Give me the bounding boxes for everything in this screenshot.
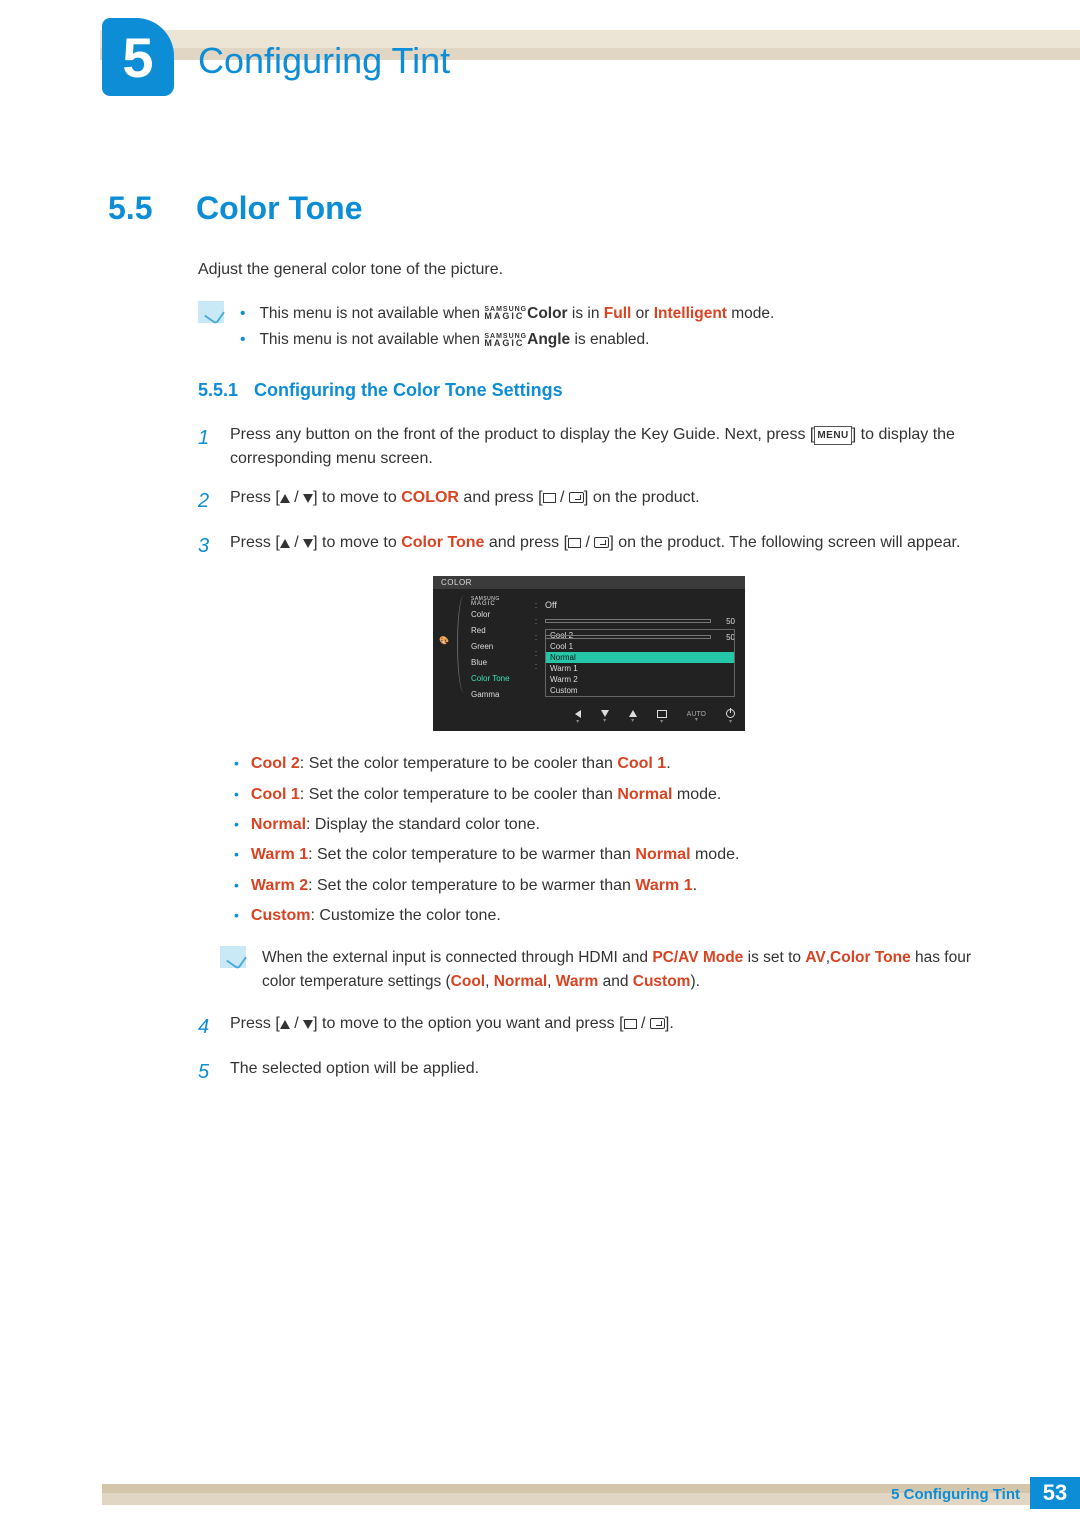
source-icon: [624, 1019, 637, 1029]
down-arrow-icon: [303, 494, 313, 503]
down-arrow-icon: [303, 539, 313, 548]
enter-footer-icon: [657, 710, 667, 718]
desc-normal: Normal: Display the standard color tone.: [234, 810, 980, 840]
step-2: 2 Press [ / ] to move to COLOR and press…: [198, 486, 980, 517]
subsection-heading: 5.5.1 Configuring the Color Tone Setting…: [198, 380, 980, 401]
header-banner: 5 Configuring Tint: [0, 0, 1080, 100]
osd-footer: ▾ ▾ ▾ ▾ AUTO▾ ▾: [433, 705, 745, 725]
desc-custom: Custom: Customize the color tone.: [234, 901, 980, 931]
osd-title: COLOR: [433, 576, 745, 589]
enter-icon: [594, 537, 609, 548]
back-icon: [575, 710, 581, 718]
note-icon: [220, 946, 246, 968]
chapter-number-tab: 5: [102, 18, 174, 96]
note-line-1: This menu is not available when SAMSUNGM…: [240, 301, 774, 327]
page-footer: 5 Configuring Tint 53: [0, 1471, 1080, 1527]
source-icon: [568, 538, 581, 548]
osd-item-red: Red: [471, 623, 533, 639]
section-number: 5.5: [108, 190, 196, 227]
desc-cool2: Cool 2: Set the color temperature to be …: [234, 749, 980, 779]
osd-option-selected: Normal: [546, 652, 734, 663]
description-list: Cool 2: Set the color temperature to be …: [234, 749, 980, 931]
up-arrow-icon: [280, 494, 290, 503]
intro-text: Adjust the general color tone of the pic…: [198, 261, 980, 279]
note-line-2: This menu is not available when SAMSUNGM…: [240, 327, 774, 353]
subsection-title: Configuring the Color Tone Settings: [254, 380, 563, 401]
up-arrow-icon: [280, 1020, 290, 1029]
osd-item-blue: Blue: [471, 655, 533, 671]
desc-warm1: Warm 1: Set the color temperature to be …: [234, 840, 980, 870]
note-icon: [198, 301, 224, 323]
osd-item-magic: SAMSUNGMAGIC Color: [471, 597, 533, 623]
step-5: 5 The selected option will be applied.: [198, 1057, 980, 1088]
auto-label: AUTO▾: [687, 711, 706, 723]
osd-item-gamma: Gamma: [471, 687, 533, 703]
page-number: 53: [1030, 1477, 1080, 1509]
up-icon: [629, 710, 637, 717]
power-icon: [726, 709, 735, 718]
down-icon: [601, 710, 609, 717]
osd-screenshot: COLOR 🎨 SAMSUNGMAGIC Color Red Green Blu…: [433, 576, 745, 731]
step-3: 3 Press [ / ] to move to Color Tone and …: [198, 531, 980, 562]
section-title: Color Tone: [196, 190, 363, 227]
step-4: 4 Press [ / ] to move to the option you …: [198, 1012, 980, 1043]
footer-label: 5 Configuring Tint: [891, 1486, 1020, 1503]
down-arrow-icon: [303, 1020, 313, 1029]
step-1: 1 Press any button on the front of the p…: [198, 423, 980, 473]
note-block: This menu is not available when SAMSUNGM…: [198, 301, 980, 354]
desc-warm2: Warm 2: Set the color temperature to be …: [234, 871, 980, 901]
osd-dropdown: Cool 2 Cool 1 Normal Warm 1 Warm 2 Custo…: [545, 629, 735, 697]
source-icon: [543, 493, 556, 503]
enter-icon: [569, 492, 584, 503]
subsection-number: 5.5.1: [198, 380, 254, 401]
osd-item-colortone: Color Tone: [471, 671, 533, 687]
up-arrow-icon: [280, 539, 290, 548]
osd-bar-red: [545, 619, 711, 623]
section-heading: 5.5 Color Tone: [108, 190, 980, 227]
menu-button-label: MENU: [814, 426, 851, 446]
osd-value-off: Off: [545, 600, 735, 610]
osd-bar-green: [545, 635, 711, 639]
palette-icon: 🎨: [439, 633, 463, 651]
osd-item-green: Green: [471, 639, 533, 655]
chapter-title: Configuring Tint: [198, 40, 450, 82]
inner-note: When the external input is connected thr…: [220, 946, 980, 994]
desc-cool1: Cool 1: Set the color temperature to be …: [234, 780, 980, 810]
enter-icon: [650, 1018, 665, 1029]
